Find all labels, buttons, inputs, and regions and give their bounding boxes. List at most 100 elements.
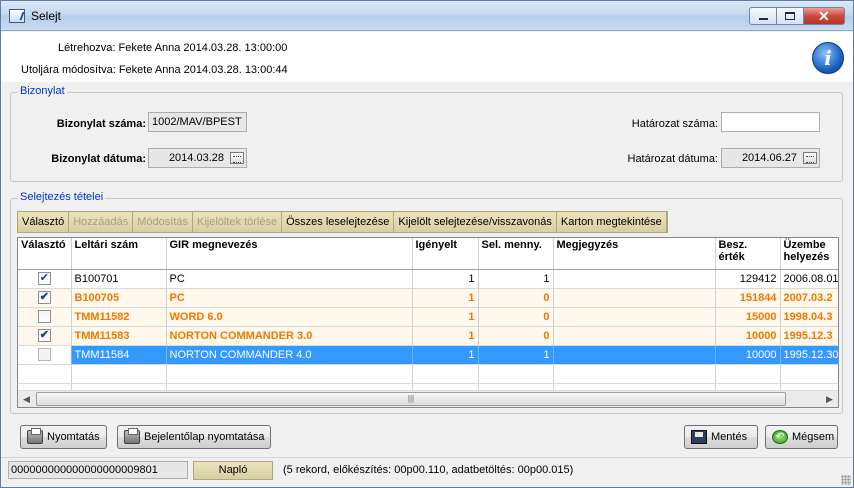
value-cell[interactable]: 151844: [715, 288, 781, 308]
col-header[interactable]: Választó: [18, 238, 72, 270]
commission-date-cell[interactable]: 1998.04.3: [780, 307, 838, 327]
col-header[interactable]: Leltári szám: [71, 238, 167, 270]
col-header[interactable]: Sel. menny.: [478, 238, 554, 270]
tb-delete-selected-button[interactable]: Kijelöltek törlése: [193, 212, 283, 232]
gir-name-cell[interactable]: PC: [166, 288, 413, 308]
scrap-qty-cell[interactable]: 0: [478, 326, 554, 346]
decision-number-field[interactable]: [721, 112, 820, 132]
title-bar[interactable]: Selejt ✕: [1, 1, 853, 31]
leltari-cell[interactable]: TMM11582: [71, 307, 167, 327]
bizonylat-number-field[interactable]: 1002/MAV/BPEST: [148, 112, 247, 132]
horizontal-scrollbar[interactable]: ◀ ||| ▶: [18, 390, 838, 407]
leltari-cell[interactable]: B100701: [71, 269, 167, 289]
tb-valaszto-button[interactable]: Választó: [18, 212, 70, 232]
note-cell[interactable]: [553, 326, 716, 346]
modified-label: Utoljára módosítva:: [21, 64, 116, 76]
status-bar: 000000000000000000009801 Napló (5 rekord…: [1, 457, 853, 487]
table-row[interactable]: TMM11584 NORTON COMMANDER 4.0 1 1 10000 1995.…: [18, 345, 838, 365]
requested-cell[interactable]: 1: [412, 307, 479, 327]
scrap-qty-cell[interactable]: 1: [478, 345, 554, 365]
commission-date-cell[interactable]: 2007.03.2: [780, 288, 838, 308]
commission-date-cell[interactable]: 1995.12.3: [780, 326, 838, 346]
commission-date-cell[interactable]: 2006.08.01: [780, 269, 838, 289]
maximize-button[interactable]: [776, 7, 803, 25]
print-report-button[interactable]: Bejelentőlap nyomtatása: [117, 425, 272, 449]
resize-grip-icon[interactable]: [841, 475, 851, 485]
leltari-cell[interactable]: TMM11583: [71, 326, 167, 346]
requested-cell[interactable]: 1: [412, 288, 479, 308]
leltari-cell[interactable]: TMM11584: [71, 345, 167, 365]
gir-name-cell[interactable]: WORD 6.0: [166, 307, 413, 327]
note-cell[interactable]: [553, 288, 716, 308]
print-report-label: Bejelentőlap nyomtatása: [144, 431, 265, 443]
row-checkbox[interactable]: [37, 290, 51, 304]
scroll-left-icon[interactable]: ◀: [18, 391, 35, 408]
requested-cell[interactable]: 1: [412, 269, 479, 289]
info-icon[interactable]: i: [812, 42, 844, 74]
tb-edit-button[interactable]: Módosítás: [133, 212, 193, 232]
table-row[interactable]: B100701PC111294122006.08.01: [18, 269, 838, 289]
col-header[interactable]: Megjegyzés: [553, 238, 716, 270]
col-header[interactable]: Igényelt: [412, 238, 479, 270]
minimize-button[interactable]: [749, 7, 776, 25]
log-button[interactable]: Napló: [193, 461, 273, 480]
decision-date-value: 2014.06.27: [741, 152, 797, 164]
tb-add-button[interactable]: Hozzáadás: [69, 212, 134, 232]
scroll-thumb[interactable]: |||: [36, 392, 786, 406]
row-checkbox[interactable]: [37, 348, 51, 361]
note-cell[interactable]: [553, 269, 716, 289]
decision-date-field[interactable]: 2014.06.27: [721, 148, 820, 168]
value-cell[interactable]: 10000: [715, 326, 781, 346]
value-cell[interactable]: 15000: [715, 307, 781, 327]
print-button[interactable]: Nyomtatás: [20, 425, 107, 449]
requested-cell[interactable]: 1: [412, 345, 479, 365]
tb-scrap-selected-button[interactable]: Kijelölt selejtezése/visszavonás: [394, 212, 557, 232]
gir-name-cell[interactable]: NORTON COMMANDER 4.0: [166, 345, 413, 365]
leltari-cell[interactable]: B100705: [71, 288, 167, 308]
cancel-button[interactable]: ↶ Mégsem: [765, 425, 838, 449]
scrap-qty-cell[interactable]: 1: [478, 269, 554, 289]
table-row[interactable]: TMM11583NORTON COMMANDER 3.010 100001995.…: [18, 326, 838, 346]
scrap-qty-cell[interactable]: 0: [478, 307, 554, 327]
row-checkbox[interactable]: [37, 310, 51, 323]
scroll-right-icon[interactable]: ▶: [821, 391, 838, 408]
empty-cell: [478, 364, 554, 384]
table-row[interactable]: TMM11582 WORD 6.0 1 0 15000 1998.04.3: [18, 307, 838, 327]
empty-cell: [715, 364, 781, 384]
col-header[interactable]: Besz. érték: [715, 238, 781, 270]
row-select-cell[interactable]: [18, 288, 72, 308]
maximize-icon: [785, 12, 795, 20]
value-cell[interactable]: 129412: [715, 269, 781, 289]
close-icon: ✕: [818, 8, 830, 24]
tb-view-card-button[interactable]: Karton megtekintése: [556, 212, 667, 232]
empty-cell: [18, 364, 72, 384]
items-grid[interactable]: Választó Leltári szám GIR megnevezés Igé…: [17, 237, 839, 408]
calendar-icon[interactable]: [803, 152, 817, 164]
commission-date-cell[interactable]: 1995.12.30: [780, 345, 838, 365]
save-button[interactable]: Mentés: [684, 425, 758, 449]
value-cell[interactable]: 10000: [715, 345, 781, 365]
printer-icon: [27, 428, 43, 444]
record-id-field[interactable]: 000000000000000000009801: [8, 461, 188, 479]
row-select-cell[interactable]: [18, 269, 72, 289]
col-header[interactable]: GIR megnevezés: [166, 238, 413, 270]
row-select-cell[interactable]: [18, 345, 72, 365]
gir-name-cell[interactable]: PC: [166, 269, 413, 289]
gir-name-cell[interactable]: NORTON COMMANDER 3.0: [166, 326, 413, 346]
row-select-cell[interactable]: [18, 326, 72, 346]
close-button[interactable]: ✕: [803, 7, 845, 25]
cancel-label: Mégsem: [792, 431, 835, 443]
bizonylat-date-field[interactable]: 2014.03.28: [148, 148, 247, 168]
note-cell[interactable]: [553, 307, 716, 327]
created-info: Létrehozva: Fekete Anna 2014.03.28. 13:0…: [58, 42, 287, 54]
scrap-qty-cell[interactable]: 0: [478, 288, 554, 308]
row-checkbox[interactable]: [37, 328, 51, 342]
tb-scrap-all-button[interactable]: Összes leselejtezése: [282, 212, 395, 232]
note-cell[interactable]: [553, 345, 716, 365]
row-checkbox[interactable]: [37, 271, 51, 285]
calendar-icon[interactable]: [230, 152, 244, 164]
col-header[interactable]: Üzembe helyezés: [780, 238, 838, 270]
table-row[interactable]: B100705PC10 1518442007.03.2: [18, 288, 838, 308]
requested-cell[interactable]: 1: [412, 326, 479, 346]
row-select-cell[interactable]: [18, 307, 72, 327]
